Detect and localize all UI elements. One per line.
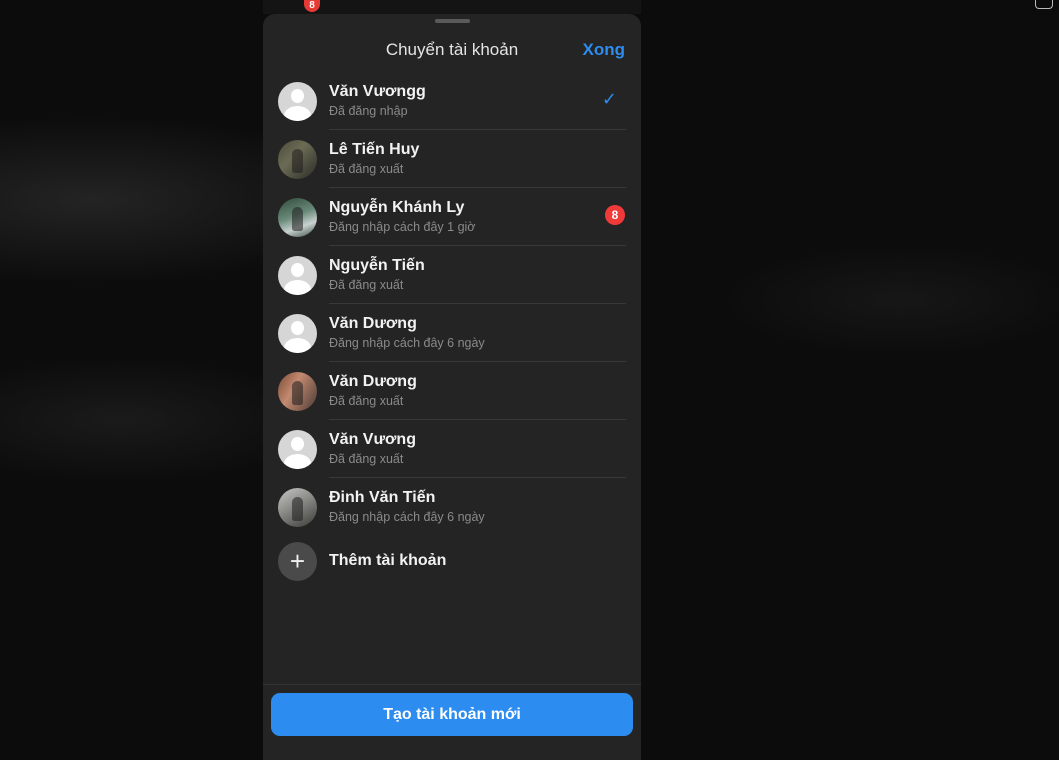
account-name: Văn Dương <box>329 373 417 390</box>
account-row-van-duong-2[interactable]: Văn Dương Đã đăng xuất <box>263 362 641 420</box>
sheet-grabber-handle[interactable] <box>435 19 470 23</box>
plus-icon: + <box>278 542 317 581</box>
account-status: Đăng nhập cách đây 1 giờ <box>329 220 476 234</box>
profile-photo-avatar <box>278 140 317 179</box>
checkmark-icon: ✓ <box>601 89 617 109</box>
account-name: Lê Tiến Huy <box>329 141 420 158</box>
profile-photo-avatar <box>278 372 317 411</box>
account-status: Đã đăng nhập <box>329 104 408 118</box>
account-row-dinh-van-tien[interactable]: Đinh Văn Tiến Đăng nhập cách đây 6 ngày <box>263 478 641 536</box>
account-status: Đã đăng xuất <box>329 162 404 176</box>
add-account-label: Thêm tài khoản <box>329 552 447 569</box>
corner-share-icon <box>1035 0 1053 9</box>
account-name: Nguyễn Tiến <box>329 257 425 274</box>
account-status: Đăng nhập cách đây 6 ngày <box>329 510 485 524</box>
default-avatar-icon <box>278 256 317 295</box>
account-status: Đăng nhập cách đây 6 ngày <box>329 336 485 350</box>
account-row-van-vuongg[interactable]: Văn Vươngg Đã đăng nhập ✓ <box>263 72 641 130</box>
account-status: Đã đăng xuất <box>329 394 404 408</box>
account-list: Văn Vươngg Đã đăng nhập ✓ Lê Tiến Huy Đã… <box>263 72 641 592</box>
account-status: Đã đăng xuất <box>329 278 404 292</box>
done-button[interactable]: Xong <box>583 40 626 60</box>
account-name: Đinh Văn Tiến <box>329 489 436 506</box>
default-avatar-icon <box>278 430 317 469</box>
account-row-nguyen-khanh-ly[interactable]: Nguyễn Khánh Ly Đăng nhập cách đây 1 giờ… <box>263 188 641 246</box>
bottom-divider <box>263 684 641 685</box>
add-account-row[interactable]: + Thêm tài khoản <box>263 536 641 592</box>
account-status: Đã đăng xuất <box>329 452 404 466</box>
profile-photo-avatar <box>278 198 317 237</box>
account-name: Văn Vương <box>329 431 416 448</box>
account-row-nguyen-tien[interactable]: Nguyễn Tiến Đã đăng xuất <box>263 246 641 304</box>
create-new-account-button[interactable]: Tạo tài khoản mới <box>271 693 633 736</box>
switch-account-sheet: Chuyển tài khoản Xong Văn Vươngg Đã đăng… <box>263 14 641 760</box>
account-row-van-vuong[interactable]: Văn Vương Đã đăng xuất <box>263 420 641 478</box>
account-row-le-tien-huy[interactable]: Lê Tiến Huy Đã đăng xuất <box>263 130 641 188</box>
default-avatar-icon <box>278 314 317 353</box>
unread-count-badge: 8 <box>605 205 625 225</box>
account-name: Văn Dương <box>329 315 417 332</box>
account-name: Nguyễn Khánh Ly <box>329 199 465 216</box>
default-avatar-icon <box>278 82 317 121</box>
account-name: Văn Vươngg <box>329 83 426 100</box>
account-row-van-duong[interactable]: Văn Dương Đăng nhập cách đây 6 ngày <box>263 304 641 362</box>
profile-photo-avatar <box>278 488 317 527</box>
